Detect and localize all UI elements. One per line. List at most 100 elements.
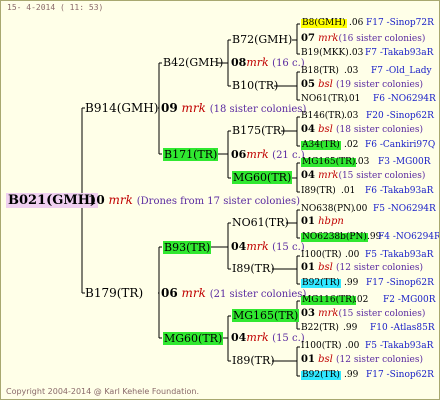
g4-id[interactable]: B92(TR) <box>301 279 341 288</box>
g2-mrk: mrk <box>246 240 269 253</box>
g4-id[interactable]: I100(TR) <box>301 251 342 260</box>
g3-remark: (19 sister colonies) <box>336 80 423 90</box>
g3-id[interactable]: NO61(TR) <box>232 217 289 228</box>
g2-remark: (16 c.) <box>272 58 305 69</box>
g2-id[interactable]: MG60(TR) <box>163 332 224 345</box>
g4-rank: F20 -Sinop62R <box>366 111 434 121</box>
g3-remark: (15 sister colonies) <box>338 171 426 181</box>
g3-remark: (16 sister colonies) <box>338 34 426 44</box>
root-mrk: mrk <box>108 193 133 207</box>
g2-mrk: mrk <box>246 56 269 69</box>
g3-count: 01 <box>301 216 315 227</box>
g4-value: .00 <box>353 204 368 214</box>
g4-id[interactable]: I100(TR) <box>301 342 342 351</box>
g4-value: .01 <box>341 186 356 196</box>
g4-id[interactable]: NO61(TR) <box>301 95 348 104</box>
g3-count: 04 <box>301 124 315 135</box>
g3-id[interactable]: B175(TR) <box>232 125 285 136</box>
g2-summary: 08mrk (16 c.) <box>231 57 305 69</box>
g4-id[interactable]: B18(TR) <box>301 67 339 76</box>
g1-summary: 06 mrk (21 sister colonies) <box>161 287 306 300</box>
g1-id[interactable]: B179(TR) <box>85 287 143 299</box>
g2-id[interactable]: B42(GMH) <box>163 57 223 68</box>
g1-remark: (21 sister colonies) <box>209 289 307 300</box>
g2-id[interactable]: B93(TR) <box>163 241 212 254</box>
g3-mrk: mrk <box>318 170 339 181</box>
g4-rank: F17 -Sinop72R <box>366 18 434 28</box>
g3-summary: 07 mrk(16 sister colonies) <box>301 34 425 44</box>
g3-id[interactable]: B10(TR) <box>232 80 278 91</box>
g3-summary: 04 bsl (18 sister colonies) <box>301 125 423 135</box>
g4-rank: F17 -Sinop62R <box>366 278 434 288</box>
g4-rank: F6 -Takab93aR <box>365 186 434 196</box>
g3-id[interactable]: MG165(TR) <box>232 309 300 322</box>
g2-summary: 04mrk (15 c.) <box>231 332 305 344</box>
g4-rank: F5 -Takab93aR <box>365 250 434 260</box>
g4-id[interactable]: B22(TR) <box>301 324 339 333</box>
g3-summary: 01 hbpn <box>301 217 344 227</box>
g3-id[interactable]: I89(TR) <box>232 355 275 366</box>
g2-remark: (21 c.) <box>272 150 305 161</box>
g2-id[interactable]: B171(TR) <box>163 148 219 161</box>
g4-rank: F6 -NO6294R <box>373 94 436 104</box>
g3-count: 05 <box>301 79 315 90</box>
g4-value: .03 <box>349 48 364 58</box>
g3-summary: 04 mrk(15 sister colonies) <box>301 171 425 181</box>
root-summary: 10 mrk (Drones from 17 sister colonies) <box>88 194 300 207</box>
g2-count: 04 <box>231 240 247 253</box>
g3-mrk: bsl <box>318 262 333 273</box>
g4-id[interactable]: A34(TR) <box>301 141 341 150</box>
g4-value: .03 <box>344 111 359 121</box>
g1-mrk: mrk <box>181 286 206 300</box>
g2-remark: (15 c.) <box>272 333 305 344</box>
g4-rank: F3 -MG00R <box>378 157 431 167</box>
g3-summary: 01 bsl (12 sister colonies) <box>301 355 423 365</box>
g3-remark: (12 sister colonies) <box>336 263 423 273</box>
g1-mrk: mrk <box>181 101 206 115</box>
g2-count: 04 <box>231 331 247 344</box>
g4-value: .99 <box>343 323 358 333</box>
g3-remark: (12 sister colonies) <box>336 355 423 365</box>
g3-count: 01 <box>301 354 315 365</box>
g2-remark: (15 c.) <box>272 242 305 253</box>
g4-id[interactable]: B92(TR) <box>301 371 341 380</box>
g1-id[interactable]: B914(GMH) <box>85 102 158 114</box>
g1-count: 09 <box>161 101 178 115</box>
g3-mrk: hbpn <box>318 216 344 227</box>
g4-id[interactable]: B8(GMH) <box>301 19 347 28</box>
g2-count: 06 <box>231 148 247 161</box>
g3-id[interactable]: I89(TR) <box>232 263 275 274</box>
root-count: 10 <box>88 193 105 207</box>
g4-id[interactable]: NO638(PN) <box>301 205 354 214</box>
g2-summary: 04mrk (15 c.) <box>231 241 305 253</box>
g3-mrk: bsl <box>318 124 333 135</box>
g4-value: .03 <box>355 157 370 167</box>
g4-id[interactable]: MG165(TR) <box>301 158 357 167</box>
g4-rank: F7 -Old_Lady <box>371 66 432 76</box>
g3-id[interactable]: B72(GMH) <box>232 34 293 45</box>
g4-value: .00 <box>345 341 360 351</box>
g3-mrk: bsl <box>318 79 333 90</box>
g4-id[interactable]: B19(MKK) <box>301 49 349 58</box>
g4-id[interactable]: MG116(TR) <box>301 296 357 305</box>
g3-count: 01 <box>301 262 315 273</box>
pedigree-chart: 15- 4-2014 ( 11: 53) B021(GMH) 10 mrk (D… <box>0 0 440 400</box>
g4-value: .03 <box>344 66 359 76</box>
g4-id[interactable]: I89(TR) <box>301 187 336 196</box>
g3-remark: (18 sister colonies) <box>336 125 423 135</box>
g1-count: 06 <box>161 286 178 300</box>
g4-rank: F17 -Sinop62R <box>366 370 434 380</box>
g4-rank: F10 -Atlas85R <box>370 323 435 333</box>
g2-summary: 06mrk (21 c.) <box>231 149 305 161</box>
g1-summary: 09 mrk (18 sister colonies) <box>161 102 306 115</box>
g4-rank: F4 -NO6294R <box>378 232 440 242</box>
g3-remark: (15 sister colonies) <box>338 309 426 319</box>
g2-mrk: mrk <box>246 331 269 344</box>
root-id[interactable]: B021(GMH) <box>6 193 99 208</box>
g4-id[interactable]: NO6238b(PN) <box>301 233 368 242</box>
g3-mrk: bsl <box>318 354 333 365</box>
g4-id[interactable]: B146(TR) <box>301 112 345 121</box>
g3-mrk: mrk <box>318 308 339 319</box>
g3-count: 04 <box>301 170 315 181</box>
g3-id[interactable]: MG60(TR) <box>232 171 293 184</box>
